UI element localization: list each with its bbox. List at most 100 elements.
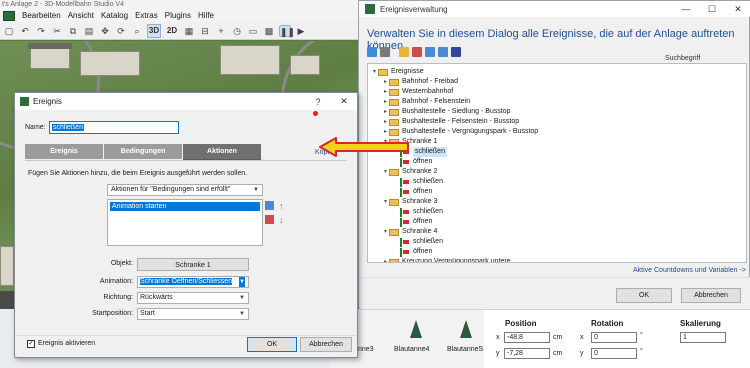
tree-folder-item[interactable]: ▸ Bushaltestelle - Felsenstein - Busstop	[382, 117, 519, 127]
new-icon[interactable]: ▢	[3, 25, 15, 37]
tree-event-item[interactable]: öffnen	[393, 217, 432, 227]
tree-icon[interactable]	[460, 320, 472, 338]
help-button[interactable]: ?	[305, 97, 331, 107]
move-icon[interactable]: ✥	[99, 25, 111, 37]
paste-icon[interactable]: ▤	[83, 25, 95, 37]
enable-event-checkbox[interactable]: ✓	[27, 340, 35, 348]
undo-icon[interactable]: ↶	[19, 25, 31, 37]
folder-icon[interactable]	[399, 47, 409, 57]
tree-folder-item[interactable]: ▾ Ereignisse	[371, 67, 424, 77]
redo-icon[interactable]: ↷	[35, 25, 47, 37]
tab-ereignis[interactable]: Ereignis	[25, 144, 103, 159]
chevron-right-icon[interactable]: ▸	[382, 87, 389, 97]
position-y-field[interactable]: -7,28	[504, 348, 550, 359]
tree-event-item[interactable]: öffnen	[393, 247, 432, 257]
delete-action-icon[interactable]	[265, 215, 274, 224]
catalog-item-label[interactable]: nne3	[358, 346, 374, 353]
chevron-right-icon[interactable]: ▸	[382, 117, 389, 127]
chevron-right-icon[interactable]: ▸	[382, 257, 389, 262]
chevron-right-icon[interactable]: ▸	[382, 107, 389, 117]
menu-plugins[interactable]: Plugins	[165, 11, 191, 20]
startpos-dropdown[interactable]: Start ▼	[137, 308, 249, 320]
menu-ansicht[interactable]: Ansicht	[68, 11, 94, 20]
chevron-down-icon[interactable]: ▾	[382, 197, 389, 207]
tree-event-item[interactable]: öffnen	[393, 187, 432, 197]
rotation-y-field[interactable]: 0	[591, 348, 637, 359]
save-icon[interactable]	[451, 47, 461, 57]
rotation-x-field[interactable]: 0	[591, 332, 637, 343]
signal-icon[interactable]: ⊟	[199, 25, 211, 37]
rotate-icon[interactable]: ⟳	[115, 25, 127, 37]
folder-icon	[389, 198, 399, 206]
train-icon[interactable]: ▭	[247, 25, 259, 37]
direction-dropdown[interactable]: Rückwärts ▼	[137, 292, 249, 304]
catalog-item-label[interactable]: Blautanne4	[394, 346, 429, 353]
menu-katalog[interactable]: Katalog	[101, 11, 128, 20]
catalog-item-label[interactable]: BlautanneS	[447, 346, 483, 353]
cancel-button[interactable]: Abbrechen	[681, 288, 741, 303]
delete-icon[interactable]	[412, 47, 422, 57]
tree-icon[interactable]	[410, 320, 422, 338]
tree-event-item[interactable]: schließen	[393, 237, 443, 247]
tree-event-item[interactable]: schließen	[393, 207, 443, 217]
animation-dropdown[interactable]: Schranke Oeffnen/Schliessen ▼	[137, 276, 249, 288]
play-icon[interactable]: ▶	[295, 25, 307, 37]
tree-folder-item[interactable]: ▸ Bahnhof - Freibad	[382, 77, 458, 87]
tab-bedingungen[interactable]: Bedingungen	[104, 144, 182, 159]
tree-folder-item[interactable]: ▾ Schranke 4	[382, 227, 437, 237]
minimize-icon[interactable]: —	[673, 4, 699, 14]
chevron-down-icon[interactable]: ▾	[382, 167, 389, 177]
actions-list[interactable]: Animation starten	[107, 199, 263, 246]
tree-folder-item[interactable]: ▸ Bushaltestelle - Siedlung - Busstop	[382, 107, 511, 117]
menu-hilfe[interactable]: Hilfe	[198, 11, 214, 20]
chevron-right-icon[interactable]: ▸	[382, 97, 389, 107]
copy-icon[interactable]	[425, 47, 435, 57]
tree-folder-item[interactable]: ▸ Kreuzung Vergnügungspark untere	[382, 257, 511, 262]
dialog-ok-button[interactable]: OK	[247, 337, 297, 352]
tab-aktionen[interactable]: Aktionen	[183, 144, 261, 159]
view-2d-button[interactable]: 2D	[165, 24, 179, 38]
tree-folder-item[interactable]: ▸ Westernbahnhof	[382, 87, 453, 97]
countdowns-link[interactable]: Aktive Countdowns und Variablen ->	[633, 267, 746, 274]
new-folder-icon[interactable]	[367, 47, 377, 57]
add-icon[interactable]: +	[215, 25, 227, 37]
tree-folder-item[interactable]: ▾ Schranke 3	[382, 197, 437, 207]
tree-folder-item[interactable]: ▸ Bahnhof - Felsenstein	[382, 97, 470, 107]
position-x-field[interactable]: -48,8	[504, 332, 550, 343]
chevron-right-icon[interactable]: ▸	[382, 77, 389, 87]
grid-icon[interactable]: ▩	[263, 25, 275, 37]
chevron-down-icon[interactable]: ▾	[382, 227, 389, 237]
layer-icon[interactable]: ▦	[183, 25, 195, 37]
object-button[interactable]: Schranke 1	[137, 258, 249, 271]
scale-field[interactable]: 1	[680, 332, 726, 343]
dialog-cancel-button[interactable]: Abbrechen	[300, 337, 352, 352]
move-up-icon[interactable]: ↑	[279, 201, 284, 211]
view-3d-button[interactable]: 3D	[147, 23, 161, 38]
new-event-icon[interactable]	[380, 47, 390, 57]
clock-icon[interactable]: ◷	[231, 25, 243, 37]
folder-icon	[389, 98, 399, 106]
copy-icon[interactable]: ⧉	[67, 25, 79, 37]
tree-folder-item[interactable]: ▾ Schranke 2	[382, 167, 437, 177]
move-down-icon[interactable]: ↓	[279, 215, 284, 225]
close-icon[interactable]: ✕	[331, 96, 357, 107]
close-icon[interactable]: ✕	[725, 4, 750, 15]
maximize-icon[interactable]: ☐	[699, 4, 725, 15]
event-tree[interactable]: ▾ Ereignisse ▸ Bahnhof - Freibad ▸ Westernbah…	[367, 63, 747, 263]
search-icon[interactable]: ⌕	[131, 25, 143, 37]
ok-button[interactable]: OK	[616, 288, 672, 303]
chevron-down-icon[interactable]: ▾	[371, 67, 378, 77]
event-dialog-titlebar: Ereignis ? ✕	[15, 93, 357, 110]
add-action-icon[interactable]	[265, 201, 274, 210]
name-input[interactable]: schließen	[49, 121, 179, 134]
tree-item-label: schließen	[413, 147, 447, 157]
cut-icon[interactable]: ✂	[51, 25, 63, 37]
x-label: x	[496, 334, 500, 341]
tree-event-item[interactable]: schließen	[393, 177, 443, 187]
action-mode-dropdown[interactable]: Aktionen für "Bedingungen sind erfüllt" …	[107, 184, 263, 196]
action-item[interactable]: Animation starten	[110, 202, 260, 211]
paste-icon[interactable]	[438, 47, 448, 57]
menu-bearbeiten[interactable]: Bearbeiten	[22, 11, 61, 20]
pause-icon[interactable]: ❚❚	[279, 24, 295, 37]
menu-extras[interactable]: Extras	[135, 11, 158, 20]
